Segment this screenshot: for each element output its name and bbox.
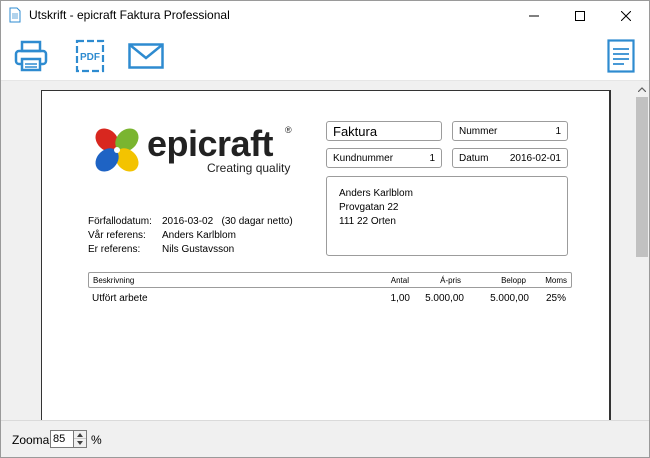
document-icon (9, 7, 21, 23)
invoice-number-box: Nummer 1 (452, 121, 568, 141)
scrollbar-thumb[interactable] (636, 97, 648, 257)
invoice-date-box: Datum 2016-02-01 (452, 148, 568, 168)
due-date-label: Förfallodatum: (88, 216, 152, 227)
invoice-number-label: Nummer (459, 126, 498, 137)
row-amount: 5.000,00 (490, 293, 529, 304)
chevron-up-icon (638, 86, 646, 92)
invoice-page: epicraft ® Creating quality Faktura Numm… (41, 90, 611, 420)
logo-wordmark: epicraft (147, 123, 274, 164)
zoom-increase-button[interactable] (74, 431, 86, 439)
items-table-header: Beskrivning Antal Á-pris Belopp Moms (88, 272, 572, 288)
clover-logo-icon (95, 128, 139, 172)
row-quantity: 1,00 (390, 293, 410, 304)
row-vat: 25% (545, 293, 566, 304)
printer-icon (14, 40, 48, 72)
our-reference-value: Anders Karlblom (162, 230, 236, 241)
column-header-vat: Moms (545, 276, 567, 285)
due-date-value: 2016-03-02 (30 dagar netto) (162, 216, 293, 227)
zoom-input[interactable]: 85 (50, 430, 74, 448)
customer-number-label: Kundnummer (333, 153, 394, 164)
invoice-title: Faktura (333, 124, 378, 139)
row-description: Utfört arbete (92, 293, 148, 304)
zoom-percent-sign: % (91, 433, 102, 447)
column-header-amount: Belopp (501, 276, 526, 285)
reference-block: Förfallodatum: 2016-03-02 (30 dagar nett… (88, 215, 293, 257)
zoom-label: Zooma (12, 433, 50, 447)
invoice-number-value: 1 (555, 126, 561, 137)
document-list-button[interactable] (601, 36, 641, 76)
title-bar: Utskrift - epicraft Faktura Professional (1, 1, 649, 30)
maximize-icon (575, 10, 585, 21)
customer-number-box: Kundnummer 1 (326, 148, 442, 168)
address-line: Provgatan 22 (339, 202, 399, 213)
invoice-date-label: Datum (459, 153, 489, 164)
email-button[interactable] (126, 36, 166, 76)
preview-viewport[interactable]: epicraft ® Creating quality Faktura Numm… (1, 81, 635, 420)
address-line: Anders Karlblom (339, 188, 413, 199)
minimize-button[interactable] (511, 1, 557, 30)
pdf-button[interactable]: PDF (70, 36, 110, 76)
your-reference-row: Er referens: Nils Gustavsson (88, 243, 293, 257)
minimize-icon (529, 15, 539, 16)
epicraft-logo: epicraft ® Creating quality (89, 122, 309, 182)
our-reference-label: Vår referens: (88, 230, 146, 241)
window-title: Utskrift - epicraft Faktura Professional (29, 8, 230, 22)
zoom-spinner (74, 430, 87, 448)
logo-tagline: Creating quality (207, 161, 291, 175)
print-preview-window: Utskrift - epicraft Faktura Professional… (0, 0, 650, 458)
our-reference-row: Vår referens: Anders Karlblom (88, 229, 293, 243)
document-list-icon (607, 39, 635, 73)
status-bar: Zooma 85 % (1, 420, 649, 457)
invoice-title-box: Faktura (326, 121, 442, 141)
maximize-button[interactable] (557, 1, 603, 30)
pdf-label: PDF (80, 52, 100, 63)
close-button[interactable] (603, 1, 649, 30)
due-date-row: Förfallodatum: 2016-03-02 (30 dagar nett… (88, 215, 293, 229)
column-header-description: Beskrivning (93, 276, 135, 285)
mail-icon (128, 43, 164, 69)
recipient-address-box: Anders Karlblom Provgatan 22 111 22 Orte… (326, 176, 568, 256)
column-header-unit-price: Á-pris (440, 276, 461, 285)
your-reference-label: Er referens: (88, 244, 141, 255)
column-header-quantity: Antal (390, 276, 409, 285)
spin-up-icon (77, 432, 83, 437)
toolbar: PDF (1, 30, 649, 81)
scroll-up-button[interactable] (635, 81, 649, 97)
spin-down-icon (77, 441, 83, 445)
zoom-decrease-button[interactable] (74, 439, 86, 447)
your-reference-value: Nils Gustavsson (162, 244, 235, 255)
customer-number-value: 1 (429, 153, 435, 164)
vertical-scrollbar[interactable] (635, 81, 649, 420)
close-icon (621, 10, 631, 21)
address-line: 111 22 Orten (339, 216, 396, 227)
table-row: Utfört arbete 1,00 5.000,00 5.000,00 25% (88, 293, 572, 307)
row-unit-price: 5.000,00 (425, 293, 464, 304)
print-button[interactable] (11, 36, 51, 76)
invoice-date-value: 2016-02-01 (509, 153, 561, 164)
pdf-icon: PDF (75, 39, 105, 73)
logo-registered-mark: ® (285, 125, 292, 135)
